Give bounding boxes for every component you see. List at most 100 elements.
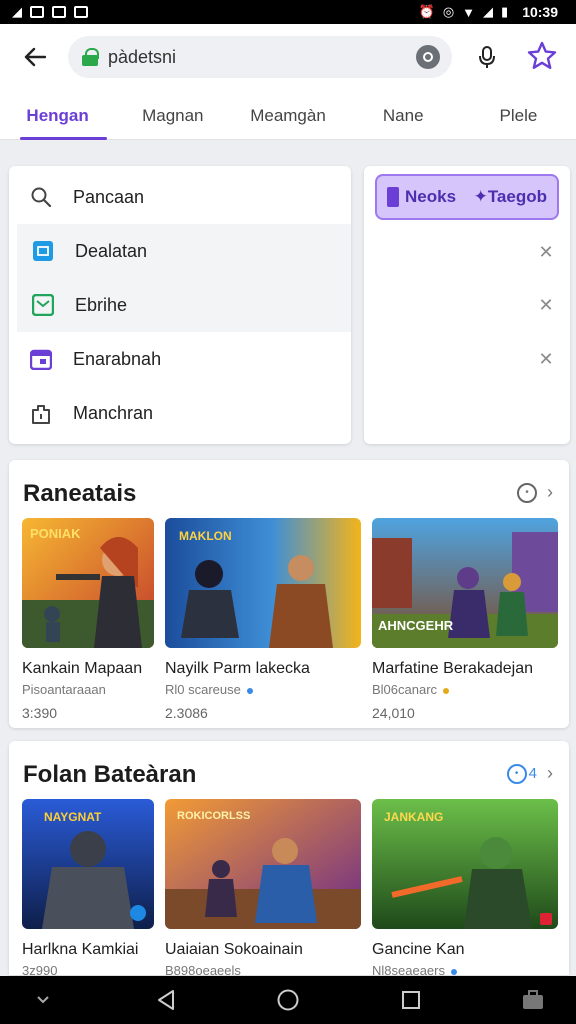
back-button[interactable] [20,42,50,72]
chip-label-left: Neoks [405,186,457,206]
section-actions: • 4 › [506,763,553,784]
nav-back-button[interactable] [151,985,181,1015]
game-title: Harlkna Kamkiai [22,941,139,958]
message-icon [74,6,88,18]
info-badge[interactable]: • 4 [506,763,537,784]
chevron-right-icon[interactable]: › [547,763,553,784]
tab-magnan[interactable]: Magnan [115,92,230,140]
purple-calendar-icon [29,347,53,371]
game-art-title: PONIAK [30,526,81,541]
games-section: Folan Bateàran • 4 › NAYGNAT Harlkna Kamk… [9,741,569,978]
game-subtitle: Rl0 scareuse [165,682,361,697]
back-arrow-icon [24,47,46,67]
game-count: 2.3086 [165,705,208,721]
remove-suggestion-button[interactable]: ✕ [536,349,556,369]
bag-icon [29,401,53,425]
game-thumbnail: ROKICORLSS [165,799,361,929]
tab-nane[interactable]: Nane [346,92,461,140]
game-thumbnail: AHNCGEHR [372,518,558,648]
nav-home-button[interactable] [273,985,303,1015]
remove-suggestion-button[interactable]: ✕ [536,295,556,315]
game-subtitle-text: Rl0 scareuse [165,682,241,697]
nav-recents-button[interactable] [396,985,426,1015]
menu-item-label: Pancaan [73,186,145,207]
search-icon [29,185,53,209]
menu-item-pancaan[interactable]: Pancaan [9,170,351,224]
menu-item-label: Ebrihe [75,294,128,315]
game-count: 3:390 [22,705,58,721]
bookmark-button[interactable] [526,40,558,72]
tab-plele[interactable]: Plele [461,92,576,140]
star-icon [527,41,557,69]
screenshot-icon [30,6,44,18]
game-card[interactable]: NAYGNAT Harlkna Kamkiai 3z990 [22,799,154,978]
chip-label-right: Taegob [487,187,547,206]
menu-item-label: Manchran [73,402,154,423]
game-card[interactable]: PONIAK Kankain Mapaan Pisoantaraaan 3:39… [22,518,154,721]
tab-meamgan[interactable]: Meamgàn [230,92,345,140]
verified-icon [451,968,457,975]
game-card[interactable]: ROKICORLSS Uaiaian Sokoainain B898oeaeel… [165,799,361,978]
game-art-title: ROKICORLSS [177,810,250,822]
tab-hengan[interactable]: Hengan [0,92,115,140]
search-input[interactable] [108,46,416,68]
star-badge-icon [443,687,450,694]
game-art-title: JANKANG [384,810,443,824]
sparkle-icon: ✦ [473,187,488,206]
home-circle-icon [277,989,299,1011]
game-card[interactable]: JANKANG Gancine Kan Nl8seaeaers [372,799,558,978]
chip-right: ✦Taegob [474,187,547,207]
recents-square-icon [401,991,420,1009]
game-card[interactable]: AHNCGEHR Marfatine Berakadejan Bl06canar… [372,518,558,721]
menu-item-ebrihe[interactable]: Ebrihe [17,278,351,332]
chip-square-icon [387,187,399,208]
vibrate-icon: ◎ [442,4,455,19]
game-subtitle: Bl06canarc [372,682,558,697]
game-card[interactable]: MAKLON Nayilk Parm lakecka Rl0 scareuse … [165,518,361,721]
search-bar[interactable] [68,36,452,78]
game-title: Marfatine Berakadejan [372,660,533,677]
chip-left: Neoks [387,187,456,208]
mic-button[interactable] [474,44,500,70]
games-section: Raneatais • › PONIAK Kankain Mapaan Piso… [9,460,569,728]
info-icon: • [506,763,527,784]
app-header: Hengan Magnan Meamgàn Nane Plele [0,24,576,140]
game-title: Gancine Kan [372,941,465,958]
menu-item-manchran[interactable]: Manchran [9,386,351,440]
game-thumbnail: MAKLON [165,518,361,648]
game-art-title: NAYGNAT [44,810,102,824]
lock-icon [82,48,99,66]
nav-app-button[interactable] [518,985,548,1015]
signal-icon: ◢ [483,4,494,19]
info-icon[interactable]: • [517,482,537,503]
suggestions-menu: Pancaan Dealatan Ebrihe Enarabnah Manchr… [9,166,351,444]
notification-icon: ◢ [12,4,22,19]
filter-panel: Neoks ✦Taegob ✕ ✕ ✕ [364,166,570,444]
mic-icon [479,46,495,68]
game-title: Kankain Mapaan [22,660,143,677]
section-title: Raneatais [23,480,137,507]
clock: 10:39 [522,4,558,20]
close-icon: ✕ [538,294,554,315]
alarm-icon: ⏰ [418,4,435,19]
menu-item-label: Dealatan [75,240,148,261]
blue-square-icon [31,239,55,263]
lens-icon[interactable] [416,45,440,69]
close-icon: ✕ [538,241,554,262]
chevron-right-icon[interactable]: › [547,482,553,503]
game-art-title: AHNCGEHR [378,618,454,633]
game-title: Nayilk Parm lakecka [165,660,310,677]
wifi-icon: ▼ [462,4,476,20]
game-count: 24,010 [372,705,415,721]
nav-collapse-button[interactable] [28,985,58,1015]
filter-chip[interactable]: Neoks ✦Taegob [375,174,559,220]
game-thumbnail: JANKANG [372,799,558,929]
chevron-down-icon [37,996,49,1004]
game-subtitle-text: Pisoantaraaan [22,682,106,697]
tab-bar: Hengan Magnan Meamgàn Nane Plele [0,92,576,140]
menu-item-dealatan[interactable]: Dealatan [17,224,351,278]
green-square-icon [31,293,55,317]
menu-item-enarabnah[interactable]: Enarabnah [9,332,351,386]
battery-icon: ▮ [501,4,509,19]
remove-suggestion-button[interactable]: ✕ [536,242,556,262]
